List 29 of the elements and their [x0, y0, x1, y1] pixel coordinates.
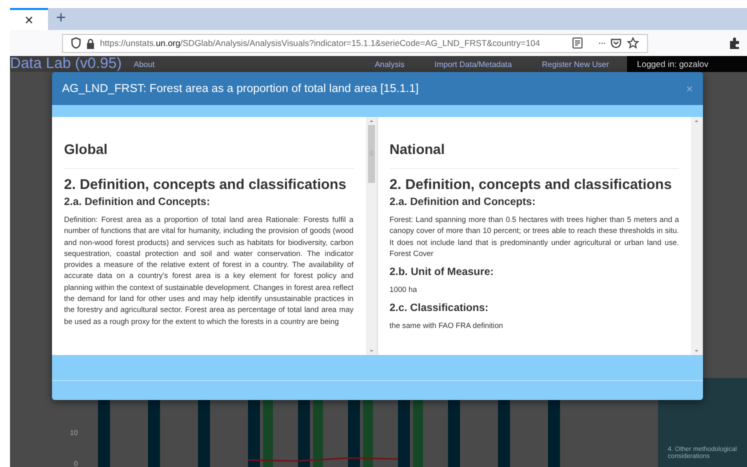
nav-link[interactable]: Register New User: [542, 60, 609, 68]
address-bar[interactable]: https://unstats.un.org/SDGlab/Analysis/AnalysisVisuals?indicator=15.1.1&serieCode=AG_LND_FRST&country=104 ···: [62, 34, 648, 52]
shield-icon: [71, 37, 81, 49]
pocket-icon[interactable]: [610, 38, 622, 48]
star-icon[interactable]: [627, 37, 639, 49]
nav-link[interactable]: Import Data/Metadata: [434, 60, 512, 68]
subsection-heading: 2.b. Unit of Measure:: [390, 266, 495, 278]
site-title[interactable]: Data Lab (v0.95): [10, 56, 122, 72]
lock-icon: [86, 38, 95, 48]
puzzle-icon[interactable]: [728, 36, 742, 50]
pane-heading: National: [390, 141, 446, 157]
close-tab-button[interactable]: ×: [24, 12, 34, 28]
section-heading: 2. Definition, concepts and classifications: [64, 177, 348, 193]
pane-heading: Global: [64, 141, 109, 157]
scrollbar[interactable]: [366, 117, 376, 355]
url-text: https://unstats.un.org/SDGlab/Analysis/AnalysisVisuals?indicator=15.1.1&serieCode=AG_LND_FRST&country=104: [100, 38, 540, 48]
more-button[interactable]: ···: [598, 38, 605, 48]
new-tab-button[interactable]: +: [48, 8, 74, 30]
nav-link[interactable]: About: [134, 60, 155, 68]
browser-tab[interactable]: ×: [10, 8, 48, 30]
reader-view-icon[interactable]: [572, 37, 583, 49]
nav-link[interactable]: Analysis: [374, 60, 404, 68]
dialog-title: AG_LND_FRST: Forest area as a proportion of total land area [15.1.1]: [62, 82, 419, 94]
subsection-heading: 2.a. Definition and Concepts:: [390, 196, 536, 208]
login-status: Logged in: gozalov: [627, 56, 747, 72]
scrollbar[interactable]: [691, 117, 702, 355]
subsection-heading: 2.a. Definition and Concepts:: [64, 196, 211, 208]
section-heading: 2. Definition, concepts and classifications: [390, 177, 673, 193]
subsection-heading: 2.c. Classifications:: [390, 302, 490, 314]
